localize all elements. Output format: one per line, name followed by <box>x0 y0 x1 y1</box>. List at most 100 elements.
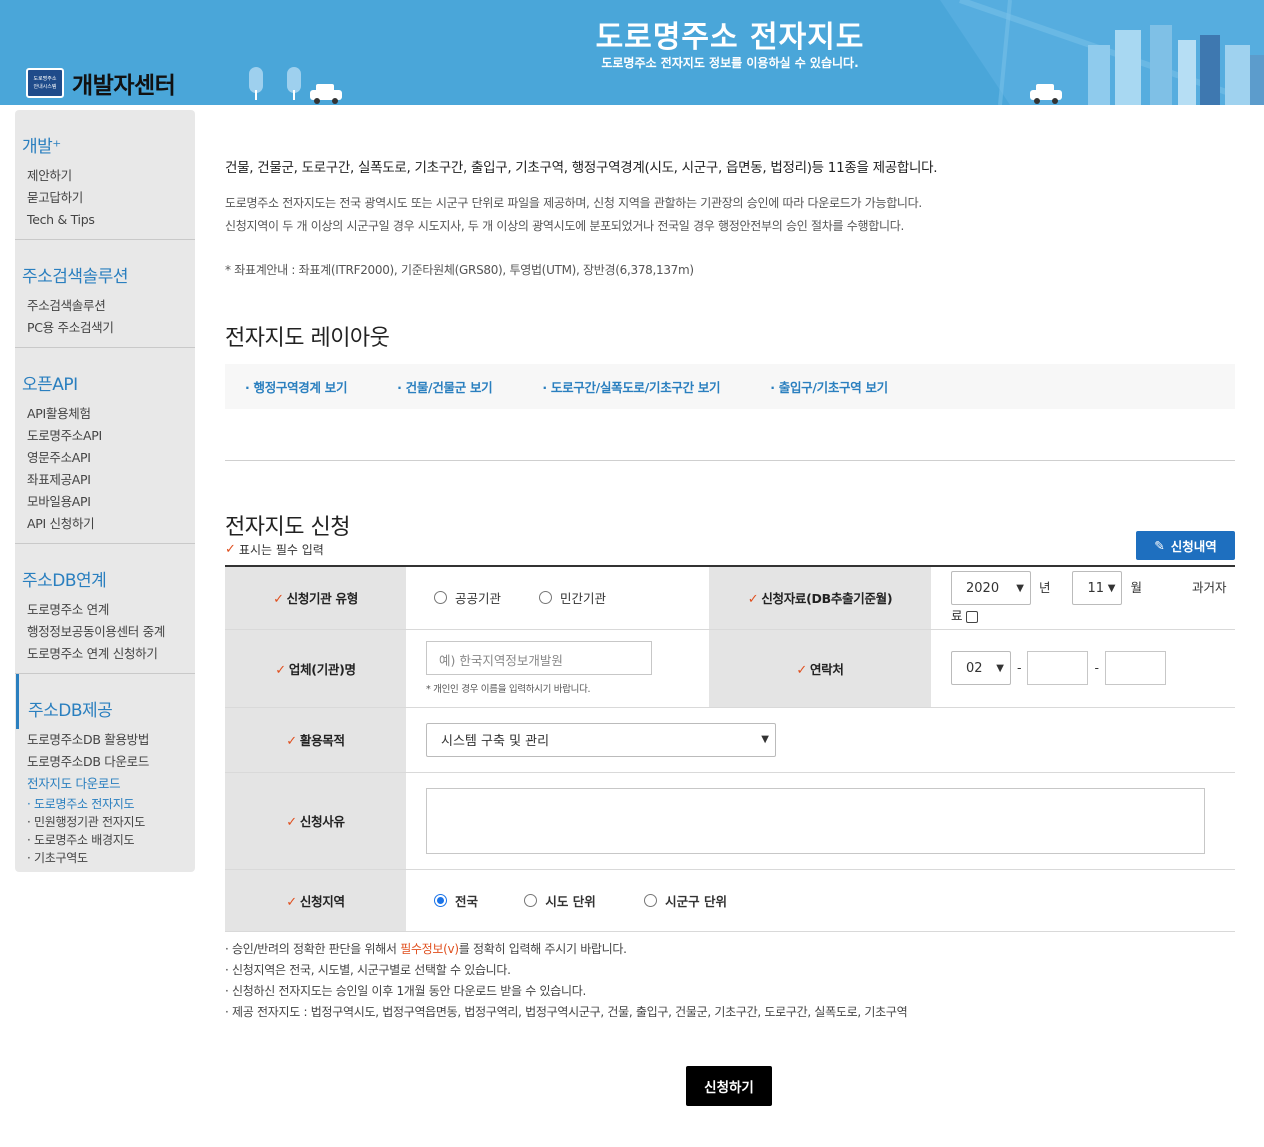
past-data-checkbox[interactable] <box>965 610 978 623</box>
purpose-label-text: 활용목적 <box>299 733 345 748</box>
phone-last-input[interactable] <box>1104 651 1166 685</box>
chevron-down-icon: ▼ <box>996 662 1004 674</box>
data-month-label: ✓ 신청자료(DB추출기준월) <box>709 566 931 630</box>
chevron-down-icon: ▼ <box>1016 582 1024 594</box>
sidebar-item-suggest[interactable]: 제안하기 <box>15 165 195 187</box>
month-select[interactable]: 11 ▼ <box>1072 571 1123 606</box>
reason-label-text: 신청사유 <box>299 814 345 829</box>
sidebar-group-db-link: 주소DB연계 도로명주소 연계 행정정보공동이용센터 중계 도로명주소 연계 신… <box>15 544 195 674</box>
phone-prefix-select[interactable]: 02 ▼ <box>951 651 1011 685</box>
year-select[interactable]: 2020 ▼ <box>951 571 1031 606</box>
contact-field: 02 ▼ - - <box>931 629 1235 708</box>
sidebar-title-open-api[interactable]: 오픈API <box>15 348 195 403</box>
region-label-text: 신청지역 <box>299 893 345 909</box>
year-select-value: 2020 <box>966 580 1000 596</box>
history-button[interactable]: ✎ 신청내역 <box>1136 531 1235 560</box>
purpose-label: ✓ 활용목적 <box>225 707 406 773</box>
main-content: 건물, 건물군, 도로구간, 실폭도로, 기초구간, 출입구, 기초구역, 행정… <box>225 110 1235 576</box>
required-check-icon: ✓ <box>275 662 286 678</box>
year-unit: 년 <box>1038 579 1051 595</box>
sidebar-item-tech-tips[interactable]: Tech & Tips <box>15 209 195 231</box>
sidebar-title-search-solution[interactable]: 주소검색솔루션 <box>15 240 195 295</box>
radio-icon <box>524 893 538 907</box>
required-check-icon: ✓ <box>286 894 297 910</box>
phone-dash: - <box>1016 659 1022 675</box>
sidebar-title-db-link[interactable]: 주소DB연계 <box>15 544 195 599</box>
radio-region-sido[interactable]: 시도 단위 <box>524 891 596 910</box>
phone-middle-input[interactable] <box>1027 651 1089 685</box>
sidebar-item-mobile-api[interactable]: 모바일용API <box>15 491 195 513</box>
sidebar-subitem-zone-map[interactable]: · 기초구역도 <box>15 849 195 867</box>
sidebar-item-api-apply[interactable]: API 신청하기 <box>15 513 195 535</box>
radio-private-org[interactable]: 민간기관 <box>539 588 606 607</box>
radio-icon <box>539 591 552 605</box>
required-check-icon: ✓ <box>747 592 759 608</box>
phone-prefix-value: 02 <box>966 660 983 676</box>
sidebar-item-road-api[interactable]: 도로명주소API <box>15 425 195 447</box>
sidebar-item-pc-search[interactable]: PC용 주소검색기 <box>15 317 195 339</box>
submit-button[interactable]: 신청하기 <box>686 1066 772 1106</box>
chevron-down-icon: ▼ <box>1107 582 1116 594</box>
required-check-icon: ✓ <box>273 592 284 608</box>
radio-icon <box>644 893 658 907</box>
note-line-2: · 신청지역은 전국, 시도별, 시군구별로 선택할 수 있습니다. <box>225 963 511 977</box>
org-type-label-text: 신청기관 유형 <box>286 591 359 607</box>
company-label-text: 업체(기관)명 <box>288 661 356 677</box>
data-month-label-text: 신청자료(DB추출기준월) <box>761 591 893 607</box>
form-row-org-type: ✓ 신청기관 유형 공공기관 민간기관 ✓ 신청자료(DB추출기준월) 2020 ▼ … <box>225 566 1235 630</box>
radio-private-org-label: 민간기관 <box>560 591 607 607</box>
month-select-value: 11 <box>1087 580 1105 596</box>
sidebar-item-api-demo[interactable]: API활용체험 <box>15 403 195 425</box>
note-line-1: · 승인/반려의 정확한 판단을 위해서 필수정보(v)를 정확히 입력해 주시… <box>225 939 907 960</box>
reason-textarea[interactable] <box>426 787 1205 854</box>
sidebar-item-coord-api[interactable]: 좌표제공API <box>15 469 195 491</box>
radio-region-nation[interactable]: 전국 <box>434 891 478 910</box>
layout-link-admin-boundary[interactable]: · 행정구역경계 보기 <box>245 377 347 396</box>
purpose-select-value: 시스템 구축 및 관리 <box>441 734 550 749</box>
logo-badge: 도로명주소 안내시스템 <box>26 68 64 98</box>
note-1-post: 를 정확히 입력해 주시기 바랍니다. <box>458 942 627 956</box>
phone-dash: - <box>1094 659 1099 675</box>
sidebar-item-english-api[interactable]: 영문주소API <box>15 447 195 469</box>
sidebar-subitem-road-map[interactable]: · 도로명주소 전자지도 <box>15 795 195 813</box>
form-row-reason: ✓ 신청사유 <box>225 772 1235 870</box>
reason-field <box>406 772 1235 870</box>
required-note: ✓ 표시는 필수 입력 <box>225 541 324 558</box>
radio-region-sigungu-label: 시군구 단위 <box>665 893 727 909</box>
radio-public-org[interactable]: 공공기관 <box>434 588 501 607</box>
sidebar-item-db-download[interactable]: 도로명주소DB 다운로드 <box>15 751 195 773</box>
company-field: 예) 한국지역정보개발원 * 개인인 경우 이름을 입력하시기 바랍니다. <box>406 629 709 708</box>
sidebar-group-search-solution: 주소검색솔루션 주소검색솔루션 PC용 주소검색기 <box>15 240 195 348</box>
note-line-4: · 제공 전자지도 : 법정구역시도, 법정구역읍면동, 법정구역리, 법정구역… <box>225 1005 908 1019</box>
sidebar-item-gov-relay[interactable]: 행정정보공동이용센터 중계 <box>15 621 195 643</box>
edit-icon: ✎ <box>1154 538 1165 553</box>
required-note-text: 표시는 필수 입력 <box>238 543 324 557</box>
required-check-icon: ✓ <box>286 815 297 830</box>
sidebar-item-qna[interactable]: 묻고답하기 <box>15 187 195 209</box>
sidebar-subitem-background-map[interactable]: · 도로명주소 배경지도 <box>15 831 195 849</box>
intro-desc-line2: 신청지역이 두 개 이상의 시군구일 경우 시도지사, 두 개 이상의 광역시도… <box>225 219 904 233</box>
sidebar-group-db-provide: 주소DB제공 도로명주소DB 활용방법 도로명주소DB 다운로드 전자지도 다운… <box>15 674 195 875</box>
layout-link-road[interactable]: · 도로구간/실폭도로/기초구간 보기 <box>542 377 720 396</box>
layout-link-entrance[interactable]: · 출입구/기초구역 보기 <box>770 377 888 396</box>
sidebar-item-road-link[interactable]: 도로명주소 연계 <box>15 599 195 621</box>
layout-link-building[interactable]: · 건물/건물군 보기 <box>397 377 493 396</box>
site-logo[interactable]: 도로명주소 안내시스템 개발자센터 <box>26 66 176 100</box>
region-field: 전국 시도 단위 시군구 단위 <box>406 869 1235 932</box>
sidebar-item-map-download[interactable]: 전자지도 다운로드 <box>15 773 195 795</box>
note-line-3: · 신청하신 전자지도는 승인일 이후 1개월 동안 다운로드 받을 수 있습니… <box>225 984 586 998</box>
purpose-select[interactable]: 시스템 구축 및 관리 ▼ <box>426 722 776 757</box>
history-button-label: 신청내역 <box>1170 539 1217 554</box>
sidebar-subitem-civil-map[interactable]: · 민원행정기관 전자지도 <box>15 813 195 831</box>
sidebar-title-db-provide[interactable]: 주소DB제공 <box>16 674 195 729</box>
note-1-pre: · 승인/반려의 정확한 판단을 위해서 <box>225 942 401 956</box>
company-input[interactable]: 예) 한국지역정보개발원 <box>426 641 652 675</box>
purpose-field: 시스템 구축 및 관리 ▼ <box>406 707 1235 773</box>
sidebar-title-dev[interactable]: 개발⁺ <box>15 110 195 165</box>
form-notes: · 승인/반려의 정확한 판단을 위해서 필수정보(v)를 정확히 입력해 주시… <box>225 939 908 1023</box>
sidebar-item-link-apply[interactable]: 도로명주소 연계 신청하기 <box>15 643 195 665</box>
radio-region-sigungu[interactable]: 시군구 단위 <box>644 891 727 910</box>
sidebar-item-search-solution[interactable]: 주소검색솔루션 <box>15 295 195 317</box>
form-row-company: ✓ 업체(기관)명 예) 한국지역정보개발원 * 개인인 경우 이름을 입력하시기… <box>225 629 1235 708</box>
sidebar-item-db-usage[interactable]: 도로명주소DB 활용방법 <box>15 729 195 751</box>
